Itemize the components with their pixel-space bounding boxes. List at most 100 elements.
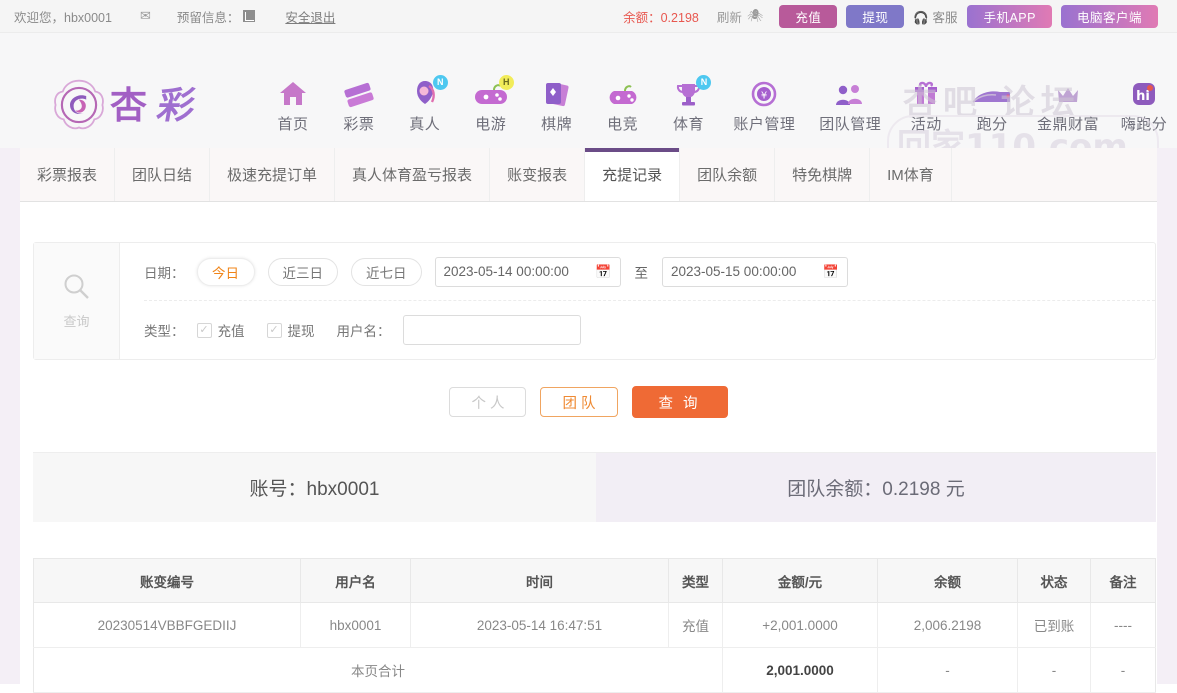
svg-text:¥: ¥ [761, 91, 767, 102]
nav-items: 杏 彩 首页 彩票 N 真人 H 电游 棋牌 电竞 N 体育 ¥ 账户管理 团队… [0, 33, 1177, 148]
nav-item-home[interactable]: 首页 [264, 78, 322, 134]
nav-label: 棋牌 [541, 116, 573, 133]
cell-amount: +2,001.0000 [722, 602, 878, 648]
pc-client-button[interactable]: 电脑客户端 [1060, 4, 1158, 28]
table-total-row: 本页合计 2,001.0000 - - - [33, 647, 1156, 693]
range-7days-button[interactable]: 近七日 [351, 257, 422, 286]
tab-fast-order[interactable]: 极速充提订单 [210, 148, 336, 201]
nav-item-lottery[interactable]: 彩票 [330, 78, 388, 134]
brand-logo[interactable]: 杏 彩 [52, 78, 242, 132]
table-body: 20230514VBBFGEDIIJ hbx0001 2023-05-14 16… [33, 602, 1156, 693]
nav-item-live[interactable]: N 真人 [396, 75, 454, 134]
envelope-icon[interactable]: ✉ [140, 8, 151, 24]
magnifier-icon [62, 272, 92, 305]
tab-special-chess[interactable]: 特免棋牌 [775, 148, 871, 201]
page-edge-left [0, 148, 20, 684]
team-button[interactable]: 团 队 [540, 387, 618, 417]
total-label: 本页合计 [33, 647, 723, 693]
checkbox-icon: ✓ [196, 322, 212, 338]
col-id: 账变编号 [33, 558, 301, 603]
nav-item-sports[interactable]: N 体育 [660, 75, 718, 134]
customer-service-label: 客服 [932, 10, 958, 25]
nav-item-paofen[interactable]: 跑分 [963, 78, 1021, 134]
calendar-icon[interactable]: 📅 [595, 264, 611, 280]
nav-item-activity[interactable]: 活动 [897, 78, 955, 134]
svg-text:杏: 杏 [110, 84, 147, 127]
cell-type: 充值 [668, 602, 723, 648]
query-actions: 个 人 团 队 查 询 [27, 386, 1150, 418]
range-today-button[interactable]: 今日 [196, 257, 255, 286]
tab-lottery-report[interactable]: 彩票报表 [20, 148, 116, 201]
personal-button[interactable]: 个 人 [449, 387, 527, 417]
nav-item-team-manage[interactable]: 团队管理 [811, 78, 889, 134]
checkbox-icon: ✓ [266, 322, 282, 338]
crown-icon [1029, 78, 1107, 108]
search-fields: 日期： 今日 近三日 近七日 2023-05-14 00:00:00 📅 至 2… [120, 243, 1155, 359]
nav-label: 团队管理 [819, 116, 882, 133]
tab-im-sports[interactable]: IM体育 [870, 148, 952, 201]
logo-mark-icon [54, 79, 104, 130]
withdraw-button[interactable]: 提现 [846, 4, 905, 28]
welcome-text: 欢迎您，hbx0001 [14, 10, 112, 25]
checkbox-recharge[interactable]: ✓ 充值 [196, 320, 245, 340]
date-label: 日期： [144, 265, 185, 281]
page-content: 查询 日期： 今日 近三日 近七日 2023-05-14 00:00:00 📅 … [20, 202, 1157, 693]
recharge-button[interactable]: 充值 [779, 4, 838, 28]
nav-label: 真人 [409, 116, 441, 133]
records-table: 账变编号 用户名 时间 类型 金额/元 余额 状态 备注 20230514VBB… [33, 558, 1156, 693]
logout-link[interactable]: 安全退出 [285, 7, 335, 26]
query-button[interactable]: 查 询 [631, 386, 728, 418]
table-row[interactable]: 20230514VBBFGEDIIJ hbx0001 2023-05-14 16… [33, 602, 1156, 648]
eye-off-icon[interactable]: 🕷 [747, 8, 764, 24]
col-time: 时间 [410, 558, 669, 603]
nav-label: 嗨跑分 [1120, 116, 1168, 133]
col-type: 类型 [668, 558, 723, 603]
checkbox-withdraw[interactable]: ✓ 提现 [266, 320, 315, 340]
refresh-link[interactable]: 刷新 [717, 7, 742, 26]
calendar-icon[interactable]: 📅 [823, 264, 839, 280]
edit-icon[interactable] [243, 10, 256, 22]
date-from-value: 2023-05-14 00:00:00 [443, 264, 569, 279]
nav-item-esports[interactable]: 电竞 [594, 78, 652, 134]
date-to-input[interactable]: 2023-05-15 00:00:00 📅 [662, 256, 848, 287]
col-username: 用户名 [300, 558, 411, 603]
nav-item-jinding[interactable]: 金鼎财富 [1029, 78, 1107, 134]
nav-label: 彩票 [343, 116, 375, 133]
main-nav: 杏 彩 首页 彩票 N 真人 H 电游 棋牌 电竞 N 体育 ¥ 账户管理 团队… [0, 33, 1177, 148]
nav-label: 体育 [672, 116, 704, 133]
col-balance: 余额 [877, 558, 1018, 603]
mobile-app-button[interactable]: 手机APP [967, 4, 1052, 28]
total-balance: - [877, 647, 1018, 693]
hi-icon: hi [1115, 78, 1173, 108]
nav-item-account-manage[interactable]: ¥ 账户管理 [725, 78, 803, 134]
cell-balance: 2,006.2198 [877, 602, 1018, 648]
tab-team-balance[interactable]: 团队余额 [680, 148, 776, 201]
search-row-type: 类型： ✓ 充值 ✓ 提现 用户名： [144, 301, 1155, 359]
tabs-tail [951, 148, 1177, 201]
table-head: 账变编号 用户名 时间 类型 金额/元 余额 状态 备注 [33, 558, 1156, 603]
nav-label: 活动 [910, 116, 942, 133]
username-input[interactable] [402, 315, 581, 345]
page-edge-right [1157, 148, 1177, 684]
total-amount: 2,001.0000 [722, 647, 878, 693]
nav-label: 电游 [475, 116, 507, 133]
tab-account-change-report[interactable]: 账变报表 [490, 148, 586, 201]
logo-wordmark-icon: 杏 彩 [110, 83, 199, 127]
nav-item-haipaofen[interactable]: hi 嗨跑分 [1115, 78, 1173, 134]
svg-text:彩: 彩 [154, 83, 199, 127]
coin-icon: ¥ [725, 78, 803, 108]
tab-live-sports-pnl[interactable]: 真人体育盈亏报表 [335, 148, 491, 201]
range-3days-button[interactable]: 近三日 [267, 257, 338, 286]
customer-service-link[interactable]: 🎧 客服 [913, 7, 957, 26]
tab-deposit-withdraw-record[interactable]: 充提记录 [585, 148, 681, 201]
ticket-icon [330, 78, 388, 108]
nav-item-egame[interactable]: H 电游 [462, 75, 520, 134]
total-status: - [1017, 647, 1091, 693]
cards-icon [528, 78, 586, 108]
cell-remark: ---- [1090, 602, 1156, 648]
nav-item-chess[interactable]: 棋牌 [528, 78, 586, 134]
home-icon [264, 78, 322, 108]
tab-team-daily[interactable]: 团队日结 [115, 148, 211, 201]
date-from-input[interactable]: 2023-05-14 00:00:00 📅 [434, 256, 621, 287]
run-icon [963, 78, 1021, 108]
